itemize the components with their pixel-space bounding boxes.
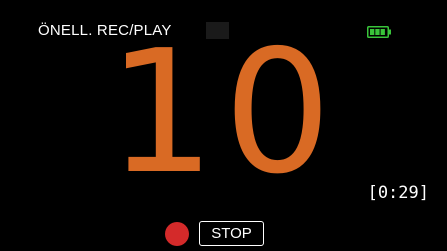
record-dot-icon[interactable] bbox=[165, 222, 189, 246]
stop-button[interactable]: STOP bbox=[199, 221, 264, 246]
camera-lcd-screen: ÖNELL. REC/PLAY 10 [0:29] STOP bbox=[0, 0, 447, 251]
remaining-time: [0:29] bbox=[367, 183, 429, 203]
countdown-number: 10 bbox=[107, 14, 340, 212]
